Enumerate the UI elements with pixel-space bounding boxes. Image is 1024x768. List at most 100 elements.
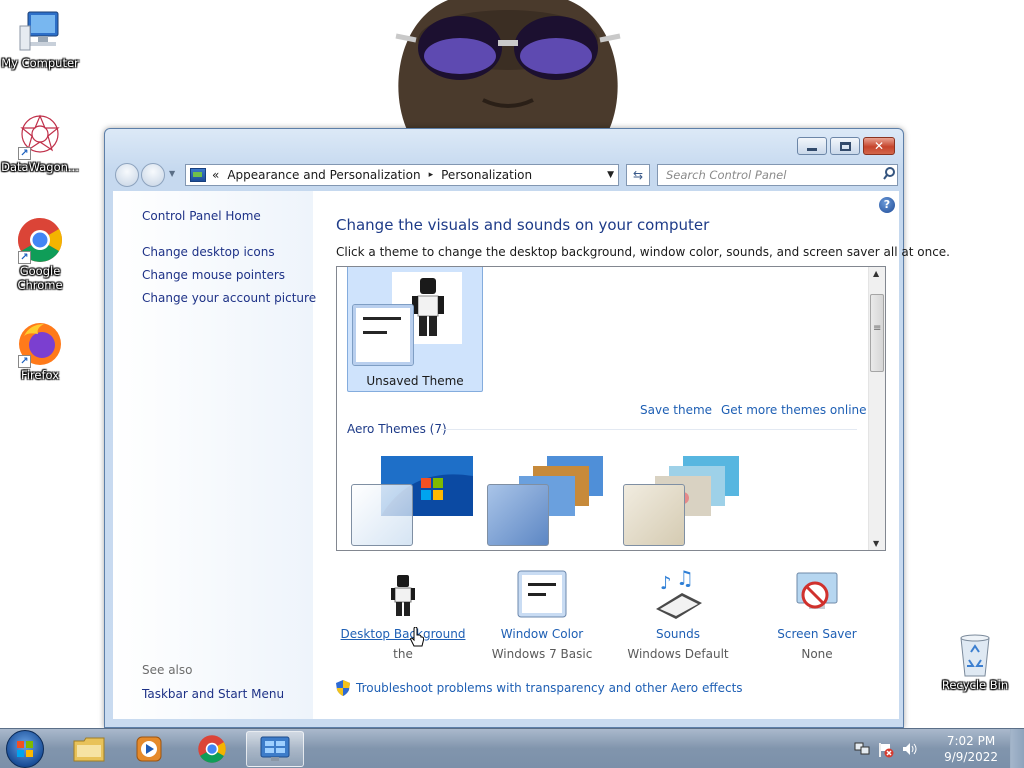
task-pane: Control Panel Home Change desktop icons … xyxy=(113,191,316,719)
caption-buttons: ✕ xyxy=(794,137,895,155)
breadcrumb-appearance[interactable]: Appearance and Personalization xyxy=(227,168,420,182)
option-sounds[interactable]: ♪ ♫ Sounds Windows Default xyxy=(608,566,748,661)
desktop-background-value: the xyxy=(393,647,413,661)
maximize-button[interactable] xyxy=(830,137,860,155)
screen-saver-link[interactable]: Screen Saver xyxy=(747,627,887,641)
theme-color-card xyxy=(351,484,413,546)
shortcut-arrow-icon: ↗ xyxy=(18,355,31,368)
svg-text:♫: ♫ xyxy=(676,569,694,590)
desktop-background-link[interactable]: Desktop Background xyxy=(333,627,473,641)
volume-icon[interactable] xyxy=(902,742,918,759)
change-desktop-icons-link[interactable]: Change desktop icons xyxy=(142,245,275,259)
clock-time: 7:02 PM xyxy=(946,734,996,748)
change-mouse-pointers-link[interactable]: Change mouse pointers xyxy=(142,268,285,282)
breadcrumb-personalization[interactable]: Personalization xyxy=(441,168,532,182)
control-panel-icon xyxy=(260,736,290,761)
window-color-value: Windows 7 Basic xyxy=(491,647,593,661)
theme-aero-windows7[interactable] xyxy=(347,452,487,547)
maximize-icon xyxy=(839,141,851,151)
window-color-icon xyxy=(516,569,568,619)
option-desktop-background[interactable]: Desktop Background the xyxy=(333,569,473,661)
help-button[interactable]: ? xyxy=(879,197,895,213)
themes-scrollbar[interactable]: ▲ ▼ xyxy=(868,267,885,550)
scroll-down-icon[interactable]: ▼ xyxy=(873,539,879,548)
desktop-icon-label: Firefox xyxy=(20,368,60,382)
control-panel-home-link[interactable]: Control Panel Home xyxy=(142,209,261,223)
close-button[interactable]: ✕ xyxy=(863,137,895,155)
desktop-icon-firefox[interactable]: ↗ Firefox xyxy=(0,320,80,382)
themes-list[interactable]: Unsaved Theme Save theme Get more themes… xyxy=(336,266,886,551)
desktop-icon-label: Google Chrome xyxy=(17,264,63,292)
theme-color-card xyxy=(487,484,549,546)
taskbar-item-control-panel[interactable] xyxy=(246,731,304,767)
taskbar-item-chrome[interactable] xyxy=(183,731,241,767)
sounds-icon: ♪ ♫ xyxy=(652,566,704,619)
recycle-bin-icon xyxy=(951,630,999,678)
media-player-icon xyxy=(136,736,162,762)
save-theme-link[interactable]: Save theme xyxy=(640,403,712,417)
network-icon[interactable] xyxy=(854,742,870,759)
recent-pages-chevron-icon[interactable]: ▼ xyxy=(169,169,175,178)
troubleshoot-label: Troubleshoot problems with transparency … xyxy=(356,681,743,695)
screen-saver-value: None xyxy=(801,647,833,661)
back-button[interactable] xyxy=(115,163,139,187)
theme-unsaved[interactable]: Unsaved Theme xyxy=(347,267,483,392)
taskbar-item-windows-explorer[interactable] xyxy=(60,731,118,767)
desktop-icon-label: Recycle Bin xyxy=(941,678,1009,692)
forward-button[interactable] xyxy=(141,163,165,187)
screen-saver-icon xyxy=(791,569,843,619)
navigation-bar: ▼ « Appearance and Personalization ▸ Per… xyxy=(113,161,899,189)
chrome-icon xyxy=(198,735,226,763)
svg-text:♪: ♪ xyxy=(660,573,672,594)
sounds-link[interactable]: Sounds xyxy=(608,627,748,641)
search-icon[interactable] xyxy=(883,167,895,181)
desktop-icon-label: DataWagon... xyxy=(1,160,79,174)
get-more-themes-link[interactable]: Get more themes online xyxy=(721,403,867,417)
aero-themes-group-title: Aero Themes (7) xyxy=(347,422,447,436)
minimize-button[interactable] xyxy=(797,137,827,155)
theme-color-card xyxy=(623,484,685,546)
refresh-icon: ⇆ xyxy=(632,168,644,182)
window-color-link[interactable]: Window Color xyxy=(472,627,612,641)
taskbar-item-media-player[interactable] xyxy=(120,731,178,767)
close-icon: ✕ xyxy=(873,139,885,153)
desktop-icon-datawagon[interactable]: ↗ DataWagon... xyxy=(0,112,80,174)
personalization-window: ✕ ▼ « Appearance and Personalization ▸ P… xyxy=(104,128,950,728)
desktop-icon-google-chrome[interactable]: ↗ Google Chrome xyxy=(0,216,80,292)
refresh-button[interactable]: ⇆ xyxy=(626,164,650,186)
shortcut-arrow-icon: ↗ xyxy=(18,251,31,264)
taskbar-start-menu-link[interactable]: Taskbar and Start Menu xyxy=(142,687,284,701)
address-bar[interactable]: « Appearance and Personalization ▸ Perso… xyxy=(185,164,619,186)
scroll-up-icon[interactable]: ▲ xyxy=(873,269,879,278)
option-window-color[interactable]: Window Color Windows 7 Basic xyxy=(472,569,612,661)
minimize-icon xyxy=(807,147,817,151)
desktop-icon-label: My Computer xyxy=(1,56,79,70)
theme-name: Unsaved Theme xyxy=(366,374,464,388)
clock-date: 9/9/2022 xyxy=(944,750,998,764)
clock[interactable]: 7:02 PM 9/9/2022 xyxy=(944,733,998,765)
change-account-picture-link[interactable]: Change your account picture xyxy=(142,291,316,305)
theme-aero-nature[interactable] xyxy=(619,452,759,547)
uac-shield-icon xyxy=(336,680,350,696)
hand-cursor-icon xyxy=(410,627,424,647)
show-desktop-button[interactable] xyxy=(1010,729,1024,768)
notification-area: 7:02 PM 9/9/2022 xyxy=(854,729,1024,768)
option-screen-saver[interactable]: Screen Saver None xyxy=(747,569,887,661)
search-input[interactable]: Search Control Panel xyxy=(657,164,898,186)
theme-color-card xyxy=(352,304,414,366)
breadcrumb-separator-icon[interactable]: ▸ xyxy=(429,170,434,180)
theme-options: Desktop Background the Window Color Wind… xyxy=(333,566,887,669)
desktop-icon-recycle-bin[interactable]: Recycle Bin xyxy=(935,630,1015,692)
shortcut-arrow-icon: ↗ xyxy=(18,147,31,160)
start-button[interactable] xyxy=(6,730,44,768)
main-pane: ? Change the visuals and sounds on your … xyxy=(313,191,950,719)
action-center-flag-icon[interactable] xyxy=(878,742,894,761)
windows-logo-icon xyxy=(17,741,33,757)
group-divider xyxy=(441,429,857,430)
desktop-icon-my-computer[interactable]: My Computer xyxy=(0,8,80,70)
address-chevrons[interactable]: « xyxy=(212,168,219,182)
scrollbar-thumb[interactable] xyxy=(870,294,884,372)
troubleshoot-link[interactable]: Troubleshoot problems with transparency … xyxy=(336,680,743,696)
theme-aero-architecture[interactable] xyxy=(483,452,623,547)
address-dropdown-icon[interactable]: ▼ xyxy=(607,170,614,180)
